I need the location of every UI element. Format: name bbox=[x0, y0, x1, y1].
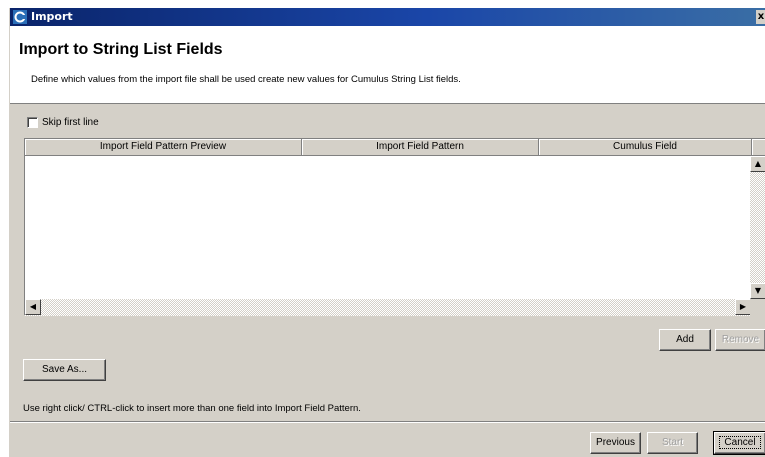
close-icon[interactable]: x bbox=[756, 10, 765, 24]
import-dialog: Import x Import to String List Fields De… bbox=[9, 8, 765, 457]
save-as-button[interactable]: Save As... bbox=[23, 359, 106, 381]
usage-hint: Use right click/ CTRL-click to insert mo… bbox=[23, 403, 361, 414]
remove-button[interactable]: Remove bbox=[715, 329, 765, 351]
scrollbar-corner bbox=[750, 299, 765, 316]
scroll-right-icon[interactable]: ▶ bbox=[735, 299, 751, 315]
field-mapping-table[interactable]: Import Field Pattern Preview Import Fiel… bbox=[24, 138, 765, 316]
cancel-button[interactable]: Cancel bbox=[713, 431, 765, 455]
column-header-preview[interactable]: Import Field Pattern Preview bbox=[25, 139, 302, 156]
scroll-left-icon[interactable]: ◀ bbox=[25, 299, 41, 315]
horizontal-scrollbar[interactable]: ◀ ▶ bbox=[25, 299, 751, 316]
cancel-button-label: Cancel bbox=[719, 436, 761, 449]
footer-divider bbox=[10, 421, 765, 423]
header-panel: Import to String List Fields Define whic… bbox=[10, 26, 765, 104]
scroll-up-icon[interactable]: ▲ bbox=[750, 156, 765, 172]
page-title: Import to String List Fields bbox=[19, 41, 223, 58]
column-header-cumulus-field[interactable]: Cumulus Field bbox=[539, 139, 752, 156]
title-bar[interactable]: Import x bbox=[10, 8, 765, 26]
column-header-filler bbox=[752, 139, 765, 156]
skip-first-line-label: Skip first line bbox=[42, 116, 99, 128]
window-title: Import bbox=[31, 10, 73, 23]
scroll-down-icon[interactable]: ▼ bbox=[750, 283, 765, 299]
column-header-pattern[interactable]: Import Field Pattern bbox=[302, 139, 539, 156]
cumulus-app-icon bbox=[13, 10, 27, 24]
table-header: Import Field Pattern Preview Import Fiel… bbox=[25, 139, 765, 156]
skip-first-line-checkbox[interactable]: Skip first line bbox=[27, 115, 99, 129]
checkbox-box[interactable] bbox=[27, 116, 38, 128]
page-description: Define which values from the import file… bbox=[31, 74, 461, 85]
previous-button[interactable]: Previous bbox=[590, 432, 641, 454]
vertical-scrollbar[interactable]: ▲ ▼ bbox=[750, 156, 765, 299]
add-button[interactable]: Add bbox=[659, 329, 711, 351]
start-button[interactable]: Start bbox=[647, 432, 698, 454]
